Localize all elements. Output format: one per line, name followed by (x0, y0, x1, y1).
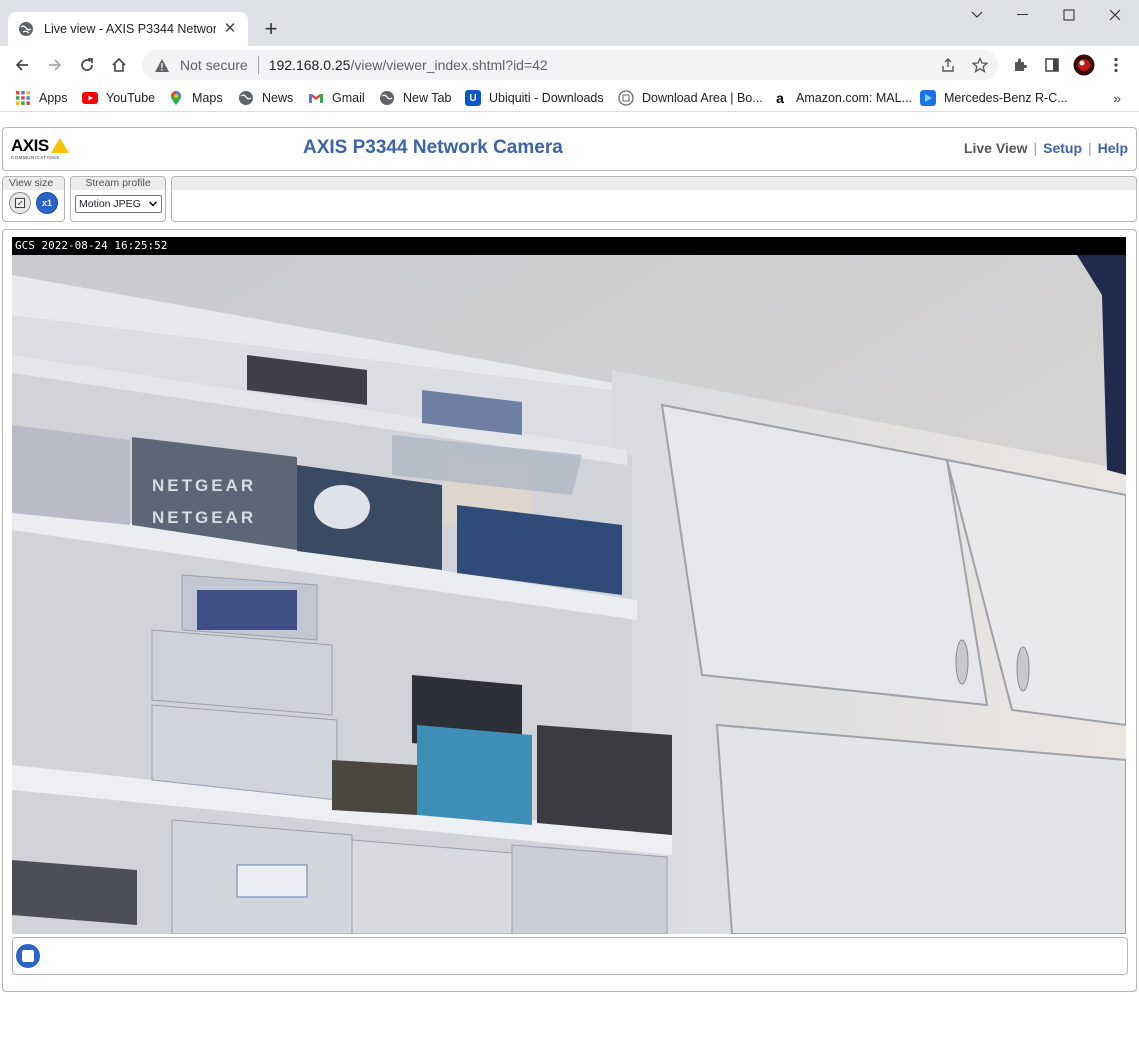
fit-window-icon (14, 197, 26, 209)
warning-icon (155, 58, 169, 72)
address-bar[interactable]: Not secure 192.168.0.25/view/viewer_inde… (142, 50, 998, 80)
browser-titlebar: Live view - AXIS P3344 Network C ✕ + (0, 0, 1139, 46)
osd-timestamp: GCS 2022-08-24 16:25:52 (12, 237, 1126, 255)
bookmark-label: New Tab (403, 91, 452, 105)
security-label[interactable]: Not secure (180, 57, 248, 73)
bookmark-gmail[interactable]: Gmail (308, 88, 365, 108)
side-panel-icon[interactable] (1039, 52, 1065, 78)
forward-button[interactable] (41, 52, 69, 78)
svg-text:NETGEAR: NETGEAR (152, 476, 256, 495)
maps-pin-icon (171, 91, 181, 105)
maximize-window-button[interactable] (1046, 0, 1092, 30)
download-area-icon (618, 90, 634, 106)
bookmark-new-tab[interactable]: New Tab (379, 88, 451, 108)
bookmark-apps[interactable]: Apps (15, 88, 68, 108)
chevron-down-icon (149, 201, 157, 207)
close-window-button[interactable] (1092, 0, 1138, 30)
arrow-left-icon (15, 59, 28, 71)
stream-profile-value: Motion JPEG (79, 198, 141, 210)
axis-logo: AXIS COMMUNICATIONS (11, 136, 77, 162)
empty-panel-header (172, 177, 1136, 190)
view-size-label: View size (3, 177, 64, 190)
arrow-right-icon (49, 59, 62, 71)
bookmark-star-icon[interactable] (967, 52, 993, 78)
stream-profile-panel: Stream profile Motion JPEG (70, 176, 166, 222)
top-navigation: Live View | Setup | Help (964, 140, 1128, 156)
bookmarks-bar: Apps YouTube Maps News Gmail New Tab U U… (0, 84, 1139, 112)
apps-grid-icon (16, 91, 30, 105)
globe-icon (380, 91, 394, 105)
view-size-panel: View size x1 (2, 176, 65, 222)
empty-toolbar-panel (171, 176, 1137, 222)
camera-header: AXIS COMMUNICATIONS AXIS P3344 Network C… (2, 127, 1137, 171)
url-path: /view/viewer_index.shtml?id=42 (350, 57, 548, 73)
nav-setup[interactable]: Setup (1043, 140, 1082, 156)
bookmark-mercedes[interactable]: Mercedes-Benz R-C... (920, 88, 1068, 108)
tab-title: Live view - AXIS P3344 Network C (44, 22, 216, 36)
stream-profile-select[interactable]: Motion JPEG (75, 195, 162, 213)
new-tab-button[interactable]: + (259, 18, 283, 42)
browser-toolbar: Not secure 192.168.0.25/view/viewer_inde… (0, 46, 1139, 84)
bookmarks-overflow-button[interactable]: » (1113, 90, 1121, 106)
extensions-icon[interactable] (1007, 52, 1033, 78)
bookmark-label: News (262, 91, 294, 105)
bookmark-label: Ubiquiti - Downloads (489, 91, 604, 105)
bookmark-label: Gmail (332, 91, 365, 105)
bookmark-label: Amazon.com: MAL... (796, 91, 913, 105)
stream-profile-label: Stream profile (71, 177, 165, 190)
logo-subtext: COMMUNICATIONS (11, 155, 60, 160)
bookmark-maps[interactable]: Maps (168, 88, 223, 108)
kebab-menu-icon[interactable] (1103, 52, 1129, 78)
bookmark-label: Apps (39, 91, 68, 105)
amazon-icon: a (776, 90, 784, 106)
page-title: AXIS P3344 Network Camera (303, 137, 563, 158)
bookmark-news[interactable]: News (238, 88, 293, 108)
back-button[interactable] (8, 52, 36, 78)
bookmark-label: Download Area | Bo... (642, 91, 763, 105)
stop-icon (22, 950, 34, 962)
share-icon[interactable] (935, 52, 961, 78)
profile-avatar[interactable] (1071, 52, 1097, 78)
url-host: 192.168.0.25 (268, 57, 351, 73)
close-tab-icon[interactable]: ✕ (222, 21, 238, 37)
bookmark-youtube[interactable]: YouTube (82, 88, 155, 108)
live-video-stream[interactable]: GCS 2022-08-24 16:25:52 NETGEAR NETGEAR (12, 237, 1126, 934)
logo-text: AXIS (11, 136, 49, 155)
nav-separator: | (1088, 140, 1092, 156)
omnibox-divider (257, 56, 259, 74)
fit-to-window-button[interactable] (9, 192, 31, 214)
globe-icon (19, 22, 33, 36)
ubiquiti-icon: U (465, 90, 481, 106)
bookmark-label: Mercedes-Benz R-C... (944, 91, 1068, 105)
globe-icon (239, 91, 253, 105)
reload-icon (81, 58, 93, 71)
reload-button[interactable] (73, 52, 101, 78)
gmail-icon (309, 94, 323, 103)
bookmark-download-area[interactable]: Download Area | Bo... (618, 88, 763, 108)
bookmark-ubiquiti[interactable]: U Ubiquiti - Downloads (465, 88, 604, 108)
browser-tab-live-view[interactable]: Live view - AXIS P3344 Network C ✕ (8, 12, 248, 46)
logo-triangle (51, 138, 69, 153)
x1-size-button[interactable]: x1 (36, 192, 58, 214)
svg-text:NETGEAR: NETGEAR (152, 508, 256, 527)
bookmark-amazon[interactable]: a Amazon.com: MAL... (772, 88, 912, 108)
playback-controls (12, 937, 1128, 975)
nav-help[interactable]: Help (1098, 140, 1128, 156)
mercedes-icon (920, 90, 936, 106)
home-icon (112, 57, 126, 72)
camera-image: NETGEAR NETGEAR (12, 255, 1126, 934)
minimize-window-button[interactable] (1000, 0, 1046, 30)
bookmark-label: YouTube (106, 91, 156, 105)
home-button[interactable] (105, 52, 133, 78)
stop-button[interactable] (16, 944, 40, 968)
nav-separator: | (1033, 140, 1038, 156)
chevron-down-icon[interactable] (954, 0, 1000, 30)
youtube-icon (82, 92, 98, 104)
bookmark-label: Maps (192, 91, 223, 105)
nav-live-view[interactable]: Live View (964, 140, 1028, 156)
